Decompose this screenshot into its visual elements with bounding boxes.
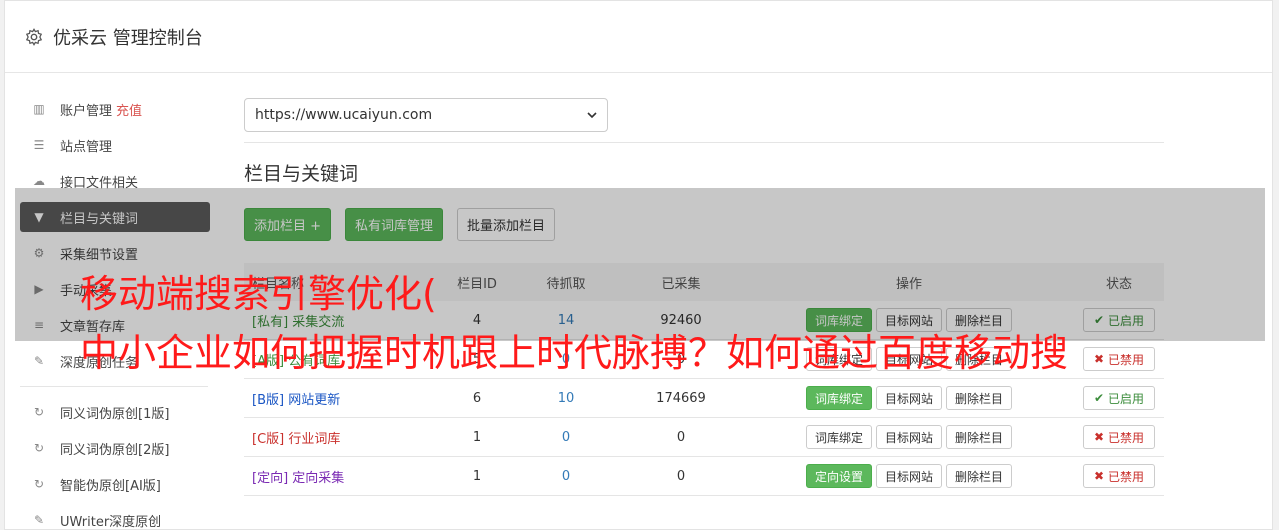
ad-overlay [15, 188, 1265, 341]
check-icon: ✔ [1094, 391, 1105, 405]
cloud-upload-icon: ☁ [33, 174, 45, 188]
column-name: 行业词库 [288, 431, 341, 447]
refresh-icon: ↻ [33, 477, 45, 491]
sidebar-item[interactable]: ↻ 同义词伪原创[1版] [20, 397, 210, 427]
console-title: 优采云 管理控制台 [53, 27, 203, 49]
column-tag: [定向] [252, 470, 289, 486]
column-name-cell[interactable]: [C版] 行业词库 [244, 428, 440, 447]
refresh-icon: ↻ [33, 405, 45, 419]
site-select[interactable]: https://www.ucaiyun.com [244, 98, 608, 132]
delete-column-button[interactable]: 删除栏目 [946, 464, 1013, 488]
recharge-link[interactable]: 充值 [116, 100, 142, 119]
bind-lib-button[interactable]: 词库绑定 [805, 425, 872, 449]
bind-lib-button[interactable]: 定向设置 [805, 464, 872, 488]
actions-cell: 定向设置 目标网站 删除栏目 [744, 464, 1074, 488]
close-icon: ✖ [1094, 469, 1105, 483]
status-label: 已禁用 [1107, 469, 1144, 484]
status-cell: ✖ 已禁用 [1074, 464, 1164, 488]
panel-header: 优采云 管理控制台 [5, 1, 1272, 73]
server-icon: ☰ [33, 138, 45, 152]
actions-cell: 词库绑定 目标网站 删除栏目 [744, 386, 1074, 410]
site-select-value: https://www.ucaiyun.com [255, 107, 433, 123]
sidebar-item-label: 同义词伪原创[1版] [60, 406, 170, 422]
status-toggle[interactable]: ✖ 已禁用 [1083, 347, 1155, 371]
column-name: 网站更新 [288, 392, 341, 408]
pending-count[interactable]: 0 [514, 430, 618, 445]
status-label: 已禁用 [1107, 430, 1144, 445]
edit-icon: ✎ [33, 513, 45, 527]
pending-count[interactable]: 10 [514, 391, 618, 406]
target-site-button[interactable]: 目标网站 [875, 386, 942, 410]
sidebar-item-label: UWriter深度原创 [60, 514, 162, 530]
column-name: 定向采集 [292, 470, 345, 486]
bar-chart-icon: ▥ [33, 102, 45, 116]
sidebar-item[interactable]: ↻ 同义词伪原创[2版] [20, 433, 210, 463]
target-site-button[interactable]: 目标网站 [875, 425, 942, 449]
status-cell: ✖ 已禁用 [1074, 425, 1164, 449]
sidebar-divider [20, 386, 208, 387]
column-id: 1 [472, 468, 482, 484]
divider [244, 142, 1164, 143]
column-tag: [C版] [252, 431, 285, 447]
close-icon: ✖ [1094, 430, 1105, 444]
target-site-button[interactable]: 目标网站 [875, 464, 942, 488]
status-toggle[interactable]: ✖ 已禁用 [1083, 464, 1155, 488]
sidebar-item[interactable]: ↻ 智能伪原创[AI版] [20, 469, 210, 499]
delete-column-button[interactable]: 删除栏目 [946, 425, 1013, 449]
sidebar-item-label: 账户管理 [60, 103, 113, 119]
status-cell: ✖ 已禁用 [1074, 347, 1164, 371]
collected-count: 174669 [656, 390, 706, 406]
sidebar-item[interactable]: ▥ 账户管理 充值 [20, 94, 210, 124]
bind-lib-button[interactable]: 词库绑定 [805, 386, 872, 410]
column-tag: [B版] [252, 392, 285, 408]
chevron-down-icon [587, 112, 597, 119]
sidebar-item-label: 同义词伪原创[2版] [60, 442, 170, 458]
collected-count: 0 [676, 429, 686, 445]
column-name-cell[interactable]: [B版] 网站更新 [244, 389, 440, 408]
delete-column-button[interactable]: 删除栏目 [946, 386, 1013, 410]
table-row: [定向] 定向采集 1 0 0 定向设置 目标网站 删除栏目 ✖ 已禁用 [244, 457, 1164, 496]
column-id: 6 [472, 390, 482, 406]
actions-cell: 词库绑定 目标网站 删除栏目 [744, 425, 1074, 449]
status-label: 已启用 [1107, 391, 1144, 406]
sidebar-item-label: 站点管理 [60, 139, 113, 155]
refresh-icon: ↻ [33, 441, 45, 455]
sidebar-item[interactable]: ✎ UWriter深度原创 [20, 505, 210, 530]
overlay-headline-1: 移动端搜索引擎优化( [80, 272, 437, 316]
column-id: 1 [472, 429, 482, 445]
status-cell: ✔ 已启用 [1074, 386, 1164, 410]
status-label: 已禁用 [1107, 352, 1144, 367]
column-name-cell[interactable]: [定向] 定向采集 [244, 467, 440, 486]
sidebar-item[interactable]: ☰ 站点管理 [20, 130, 210, 160]
edit-icon: ✎ [33, 354, 45, 368]
overlay-headline-2: 中小企业如何把握时机跟上时代脉搏？如何通过百度移动搜 [80, 331, 1069, 375]
table-row: [B版] 网站更新 6 10 174669 词库绑定 目标网站 删除栏目 ✔ 已启用 [244, 379, 1164, 418]
collected-count: 0 [676, 468, 686, 484]
gear-icon [25, 27, 43, 46]
status-toggle[interactable]: ✔ 已启用 [1083, 386, 1155, 410]
section-title: 栏目与关键词 [244, 163, 359, 185]
table-row: [C版] 行业词库 1 0 0 词库绑定 目标网站 删除栏目 ✖ 已禁用 [244, 418, 1164, 457]
pending-count[interactable]: 0 [514, 469, 618, 484]
status-toggle[interactable]: ✖ 已禁用 [1083, 425, 1155, 449]
close-icon: ✖ [1094, 352, 1105, 366]
sidebar-item-label: 智能伪原创[AI版] [60, 478, 161, 494]
